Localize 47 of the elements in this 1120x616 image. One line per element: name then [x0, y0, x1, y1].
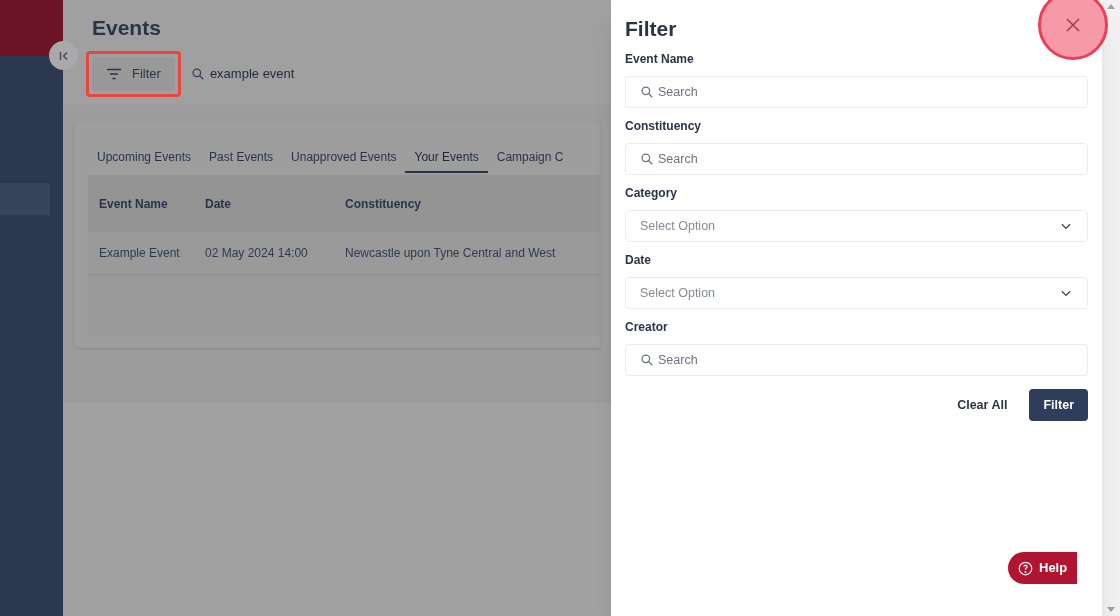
- scrollbar[interactable]: [1102, 0, 1120, 616]
- filter-button[interactable]: Filter: [92, 57, 175, 91]
- tab[interactable]: Campaign C: [487, 143, 573, 173]
- search-value: example event: [209, 65, 295, 84]
- tab[interactable]: Unapproved Events: [282, 143, 406, 173]
- help-button[interactable]: Help: [1008, 552, 1078, 584]
- field-label: Date: [625, 252, 652, 268]
- scroll-up-icon: [1107, 4, 1115, 9]
- close-icon: [1066, 18, 1080, 32]
- column-header: Constituency: [345, 195, 422, 213]
- collapse-icon: [57, 49, 70, 62]
- field-label: Category: [625, 185, 678, 201]
- field-label: Creator: [625, 319, 669, 335]
- scroll-down-icon: [1107, 607, 1115, 612]
- search-icon: [640, 85, 654, 99]
- page-title: Events: [92, 16, 162, 40]
- select-placeholder: Select Option: [640, 284, 716, 302]
- search-placeholder: Search: [658, 83, 698, 101]
- tab[interactable]: Past Events: [200, 143, 283, 173]
- sidebar-header: [0, 0, 63, 56]
- select-field[interactable]: Select Option: [625, 210, 1088, 242]
- column-header: Date: [205, 195, 232, 213]
- table-cell-text: Example Event: [98, 245, 181, 262]
- search-field[interactable]: Search: [625, 344, 1088, 376]
- search-placeholder: Search: [658, 150, 698, 168]
- search-field[interactable]: example event: [190, 64, 295, 84]
- apply-filter-button[interactable]: Filter: [1029, 389, 1088, 421]
- panel-title: Filter: [625, 16, 677, 42]
- search-placeholder: Search: [658, 351, 698, 369]
- search-icon: [190, 67, 205, 81]
- field-label: Event Name: [625, 51, 695, 67]
- help-icon: [1018, 560, 1033, 576]
- close-button[interactable]: [1038, 0, 1108, 60]
- search-field[interactable]: Search: [625, 76, 1088, 108]
- search-field[interactable]: Search: [625, 143, 1088, 175]
- field-label: Constituency: [625, 118, 702, 134]
- select-placeholder: Select Option: [640, 217, 716, 235]
- search-icon: [640, 152, 654, 166]
- filter-icon: [106, 68, 122, 80]
- select-field[interactable]: Select Option: [625, 277, 1088, 309]
- column-header: Event Name: [98, 195, 169, 213]
- tab[interactable]: Your Events: [405, 143, 488, 173]
- table-cell-text: Newcastle upon Tyne Central and West: [345, 245, 557, 262]
- table-cell-text: 02 May 2024 14:00: [205, 245, 309, 262]
- search-icon: [640, 353, 654, 367]
- clear-all-button[interactable]: Clear All: [955, 395, 1010, 415]
- tab[interactable]: Upcoming Events: [88, 143, 201, 173]
